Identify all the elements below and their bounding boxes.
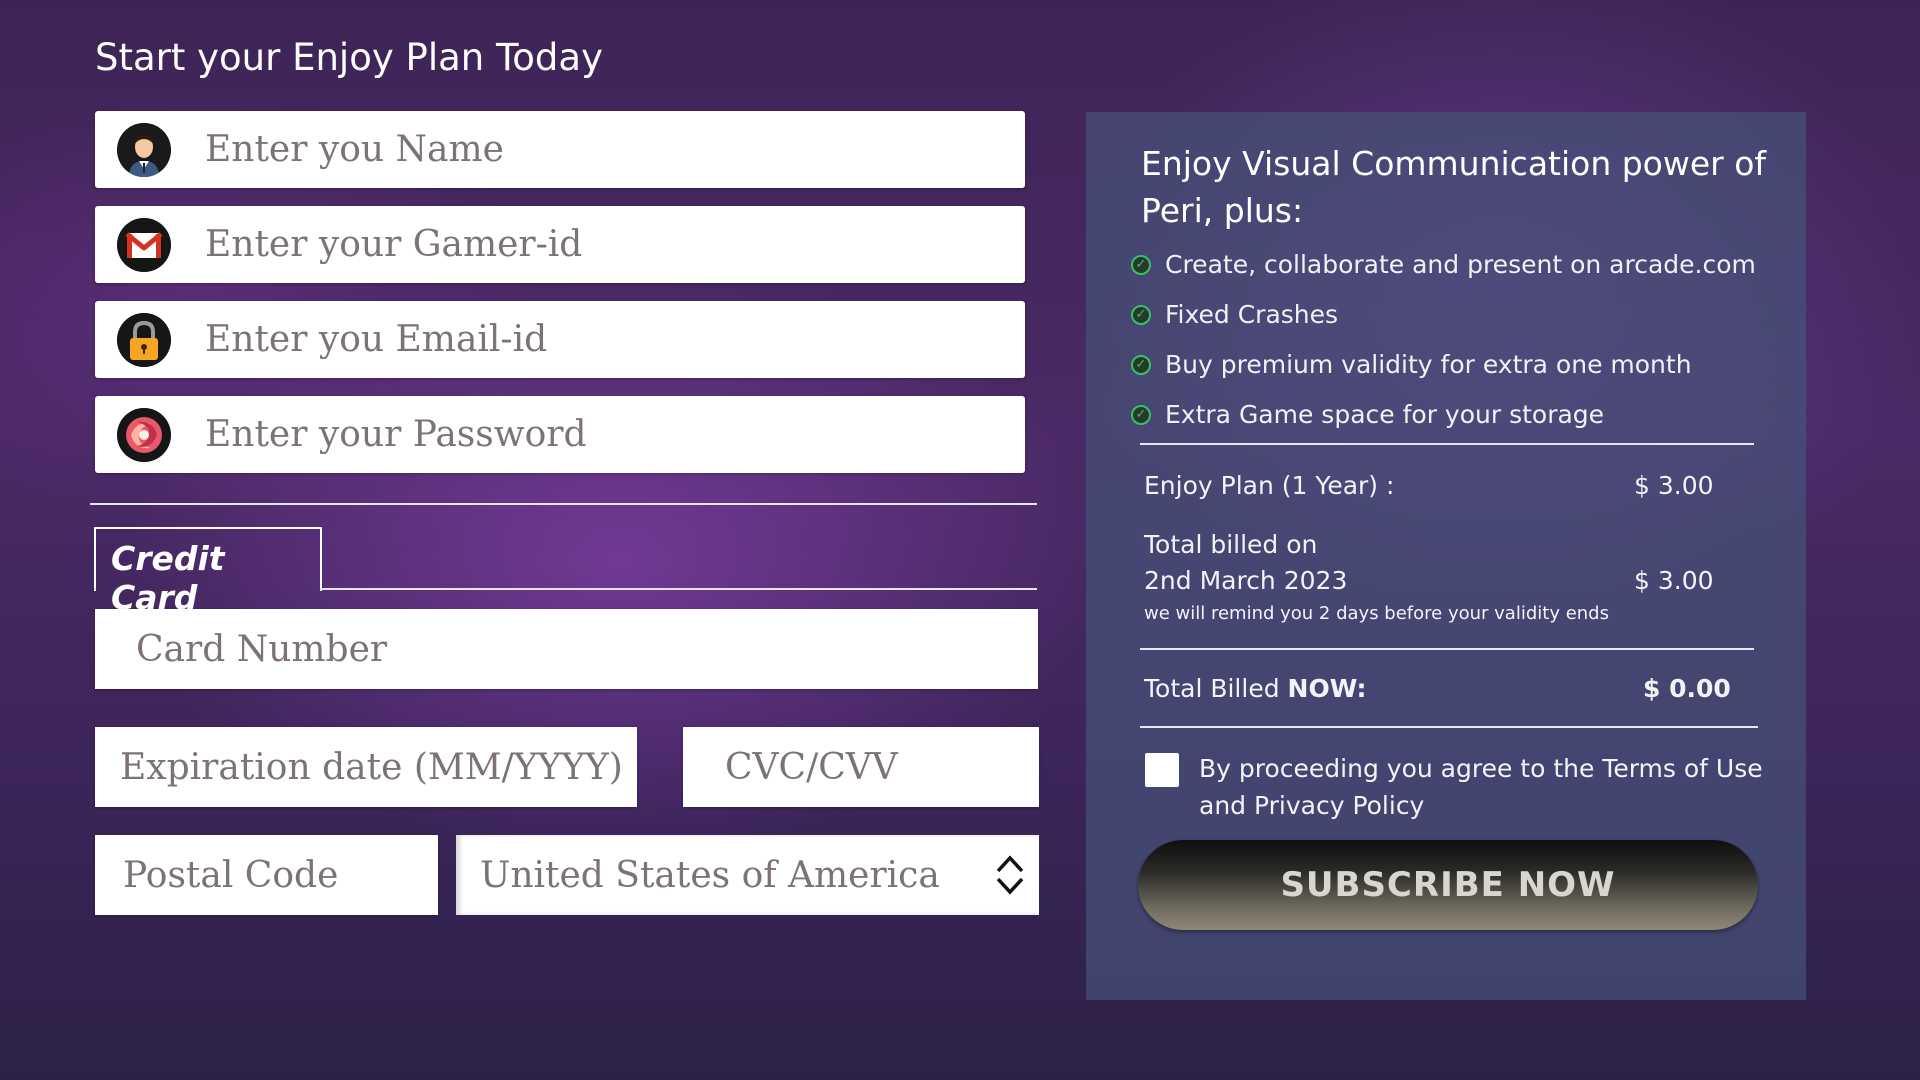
swirl-logo-icon <box>117 407 171 462</box>
feature-item: ✓ Buy premium validity for extra one mon… <box>1131 350 1692 379</box>
feature-label: Create, collaborate and present on arcad… <box>1165 250 1756 279</box>
tab-credit-card[interactable]: Credit Card <box>94 527 322 617</box>
feature-label: Extra Game space for your storage <box>1165 400 1605 429</box>
check-circle-icon: ✓ <box>1131 354 1151 375</box>
cvc-input[interactable]: CVC/CVV <box>725 727 898 807</box>
card-number-input[interactable]: Card Number <box>136 609 387 689</box>
summary-divider <box>1140 648 1754 650</box>
gamer-id-field[interactable]: Enter your Gamer-id <box>95 206 1025 283</box>
expiration-field[interactable]: Expiration date (MM/YYYY) <box>95 727 637 807</box>
plan-label: Enjoy Plan (1 Year) : <box>1144 471 1395 500</box>
tab-left-edge <box>94 588 96 590</box>
feature-item: ✓ Fixed Crashes <box>1131 300 1338 329</box>
name-field[interactable]: Enter you Name <box>95 111 1025 188</box>
total-price: $ 0.00 <box>1643 674 1731 703</box>
page-title: Start your Enjoy Plan Today <box>95 36 603 79</box>
billed-on-label: Total billed on <box>1144 530 1318 559</box>
gmail-icon <box>117 217 171 272</box>
card-number-field[interactable]: Card Number <box>95 609 1038 689</box>
postal-code-input[interactable]: Postal Code <box>123 835 338 915</box>
plan-price: $ 3.00 <box>1634 471 1714 500</box>
name-input[interactable]: Enter you Name <box>205 111 504 188</box>
billed-on-price: $ 3.00 <box>1634 566 1714 595</box>
postal-code-field[interactable]: Postal Code <box>95 835 438 915</box>
summary-title: Enjoy Visual Communication power of Peri… <box>1141 144 1767 230</box>
subscribe-button[interactable]: SUBSCRIBE NOW <box>1138 840 1758 930</box>
feature-item: ✓ Create, collaborate and present on arc… <box>1131 250 1756 279</box>
total-billed-prefix: Total Billed <box>1144 674 1288 703</box>
tab-underline <box>320 588 1037 590</box>
tab-credit-card-label: Credit Card <box>111 539 225 617</box>
check-circle-icon: ✓ <box>1131 304 1151 325</box>
user-avatar-icon <box>117 122 171 177</box>
feature-item: ✓ Extra Game space for your storage <box>1131 400 1604 429</box>
total-billed-now: NOW: <box>1287 674 1367 703</box>
terms-text: By proceeding you agree to the Terms of … <box>1199 754 1763 820</box>
up-down-arrows-icon[interactable] <box>993 851 1027 903</box>
section-divider <box>90 503 1037 505</box>
feature-label: Buy premium validity for extra one month <box>1165 350 1692 379</box>
order-summary-panel: Enjoy Visual Communication power of Peri… <box>1086 112 1806 1000</box>
reminder-text: we will remind you 2 days before your va… <box>1144 603 1609 624</box>
summary-divider <box>1140 443 1754 445</box>
lock-icon <box>117 312 171 367</box>
feature-label: Fixed Crashes <box>1165 300 1339 329</box>
gamer-id-input[interactable]: Enter your Gamer-id <box>205 206 582 283</box>
email-input[interactable]: Enter you Email-id <box>205 301 547 378</box>
email-field[interactable]: Enter you Email-id <box>95 301 1025 378</box>
check-circle-icon: ✓ <box>1131 404 1151 425</box>
check-circle-icon: ✓ <box>1131 254 1151 275</box>
password-input[interactable]: Enter your Password <box>205 396 587 473</box>
password-field[interactable]: Enter your Password <box>95 396 1025 473</box>
total-billed-label: Total Billed NOW: <box>1144 674 1367 703</box>
summary-divider <box>1140 726 1758 728</box>
expiration-input[interactable]: Expiration date (MM/YYYY) <box>120 727 623 807</box>
country-select-value: United States of America <box>480 854 940 896</box>
cvc-field[interactable]: CVC/CVV <box>683 727 1039 807</box>
billed-on-date: 2nd March 2023 <box>1144 566 1348 595</box>
country-select[interactable]: United States of America <box>456 835 1039 915</box>
terms-checkbox[interactable] <box>1145 753 1179 787</box>
